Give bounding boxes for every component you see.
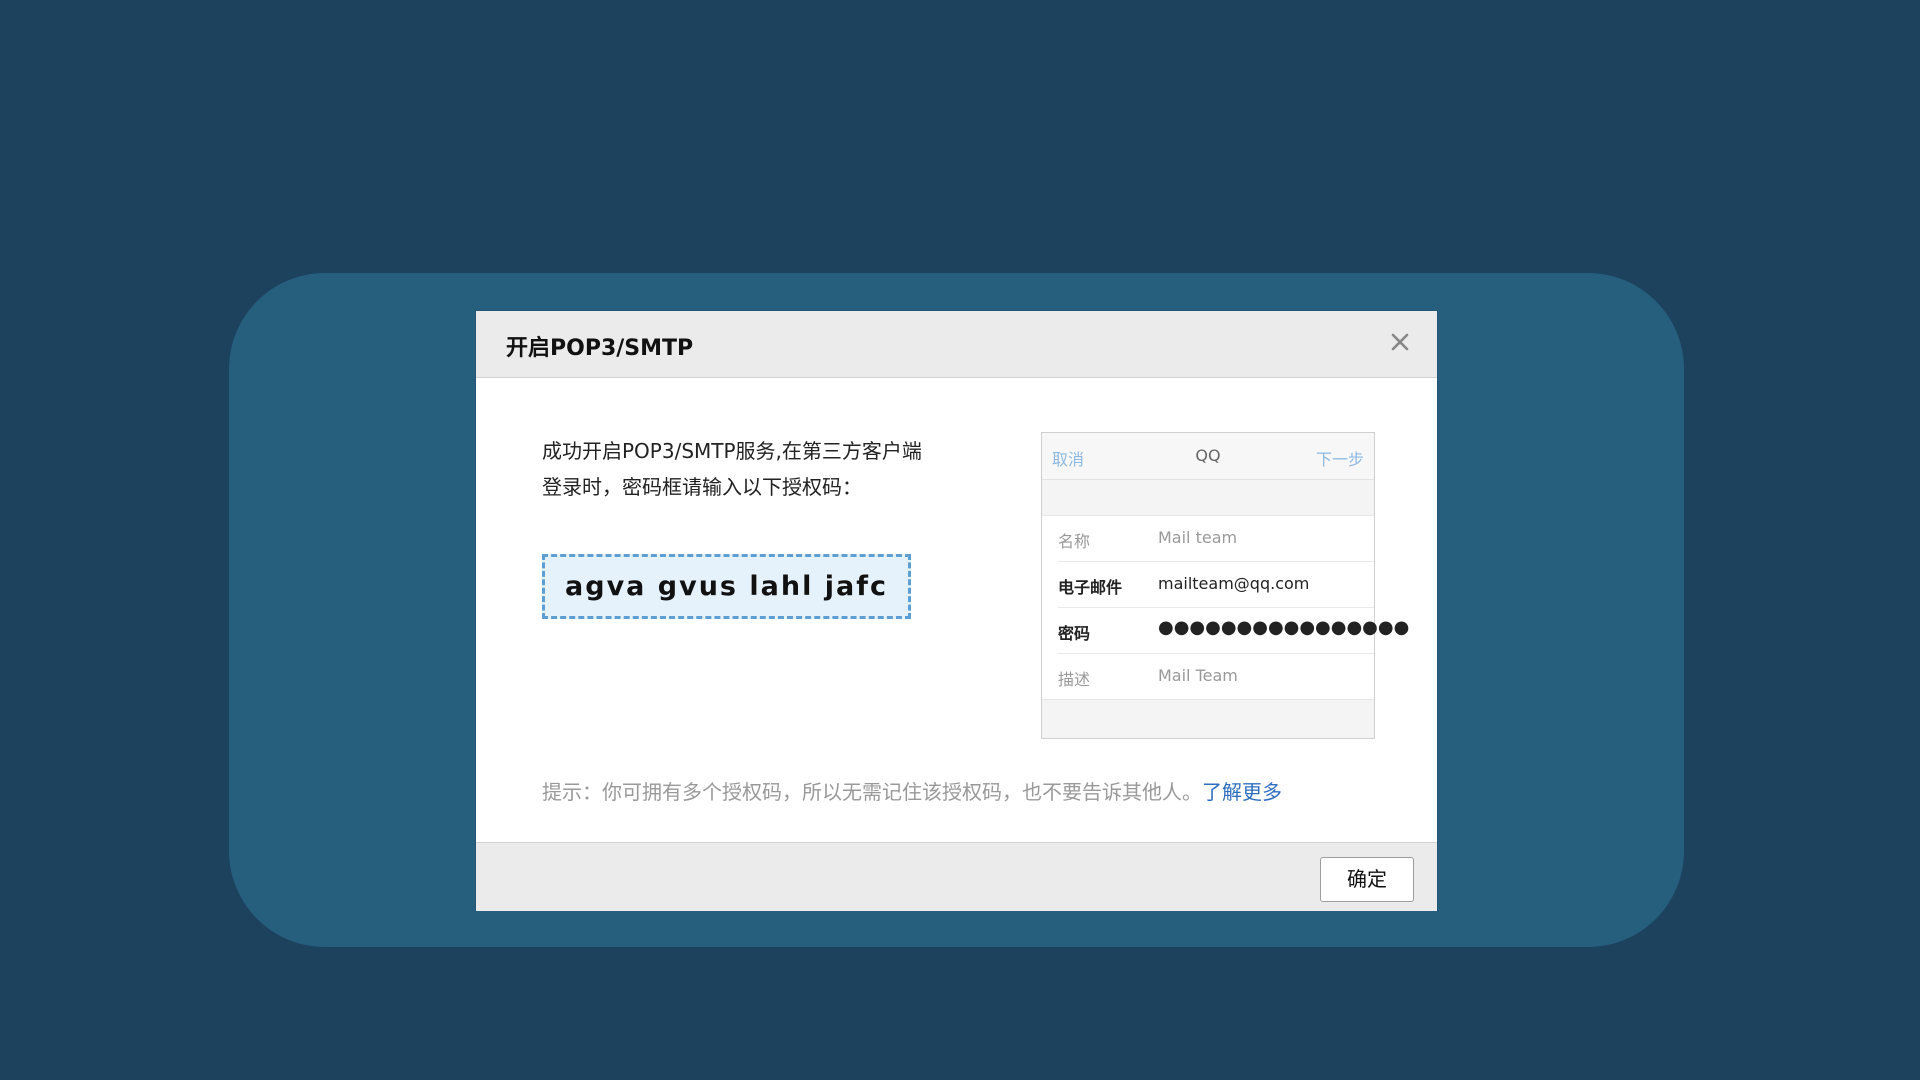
mock-row-name: 名称 Mail team xyxy=(1058,516,1374,562)
mock-next-label: 下一步 xyxy=(1315,450,1364,469)
mock-row-label: 密码 xyxy=(1058,624,1091,643)
mock-form: 名称 Mail team 电子邮件 mailteam@qq.com 密码 ●●●… xyxy=(1042,515,1409,700)
close-icon xyxy=(1391,333,1409,351)
hint-message: 提示：你可拥有多个授权码，所以无需记住该授权码，也不要告诉其他人。 xyxy=(542,780,1202,804)
dialog-body: 成功开启POP3/SMTP服务,在第三方客户端 登录时，密码框请输入以下授权码：… xyxy=(476,378,1437,842)
auth-code[interactable]: agva gvus lahl jafc xyxy=(545,557,908,616)
mock-row-value: Mail team xyxy=(1158,528,1238,547)
hint-text: 提示：你可拥有多个授权码，所以无需记住该授权码，也不要告诉其他人。了解更多 xyxy=(542,776,1402,805)
mock-nav-bar: 取消 QQ 下一步 xyxy=(1042,433,1374,480)
mock-row-value: Mail Team xyxy=(1158,666,1238,685)
auth-code-box[interactable]: agva gvus lahl jafc xyxy=(542,554,911,619)
learn-more-link[interactable]: 了解更多 xyxy=(1202,780,1282,804)
mock-row-label: 描述 xyxy=(1058,670,1091,689)
mock-row-value: ●●●●●●●●●●●●●●●● xyxy=(1158,617,1410,638)
pop3-smtp-dialog: 开启POP3/SMTP 成功开启POP3/SMTP服务,在第三方客户端 登录时，… xyxy=(476,311,1437,911)
mock-row-password: 密码 ●●●●●●●●●●●●●●●● xyxy=(1058,608,1409,654)
mock-row-email: 电子邮件 mailteam@qq.com xyxy=(1058,562,1374,608)
mock-row-value: mailteam@qq.com xyxy=(1158,574,1310,593)
confirm-button[interactable]: 确定 xyxy=(1320,857,1414,902)
client-setup-illustration: 取消 QQ 下一步 名称 Mail team 电子邮件 mailteam@qq.… xyxy=(1041,432,1409,739)
mock-row-label: 名称 xyxy=(1058,532,1091,551)
message-line-2: 登录时，密码框请输入以下授权码： xyxy=(542,475,862,499)
close-button[interactable] xyxy=(1385,327,1415,357)
message-line-1: 成功开启POP3/SMTP服务,在第三方客户端 xyxy=(542,439,922,463)
dialog-title: 开启POP3/SMTP xyxy=(506,336,694,361)
dialog-footer: 确定 xyxy=(476,842,1437,911)
dialog-header: 开启POP3/SMTP xyxy=(476,311,1437,378)
mock-row-label: 电子邮件 xyxy=(1058,578,1123,597)
success-message: 成功开启POP3/SMTP服务,在第三方客户端 登录时，密码框请输入以下授权码： xyxy=(542,433,1002,505)
mock-row-description: 描述 Mail Team xyxy=(1058,654,1374,699)
